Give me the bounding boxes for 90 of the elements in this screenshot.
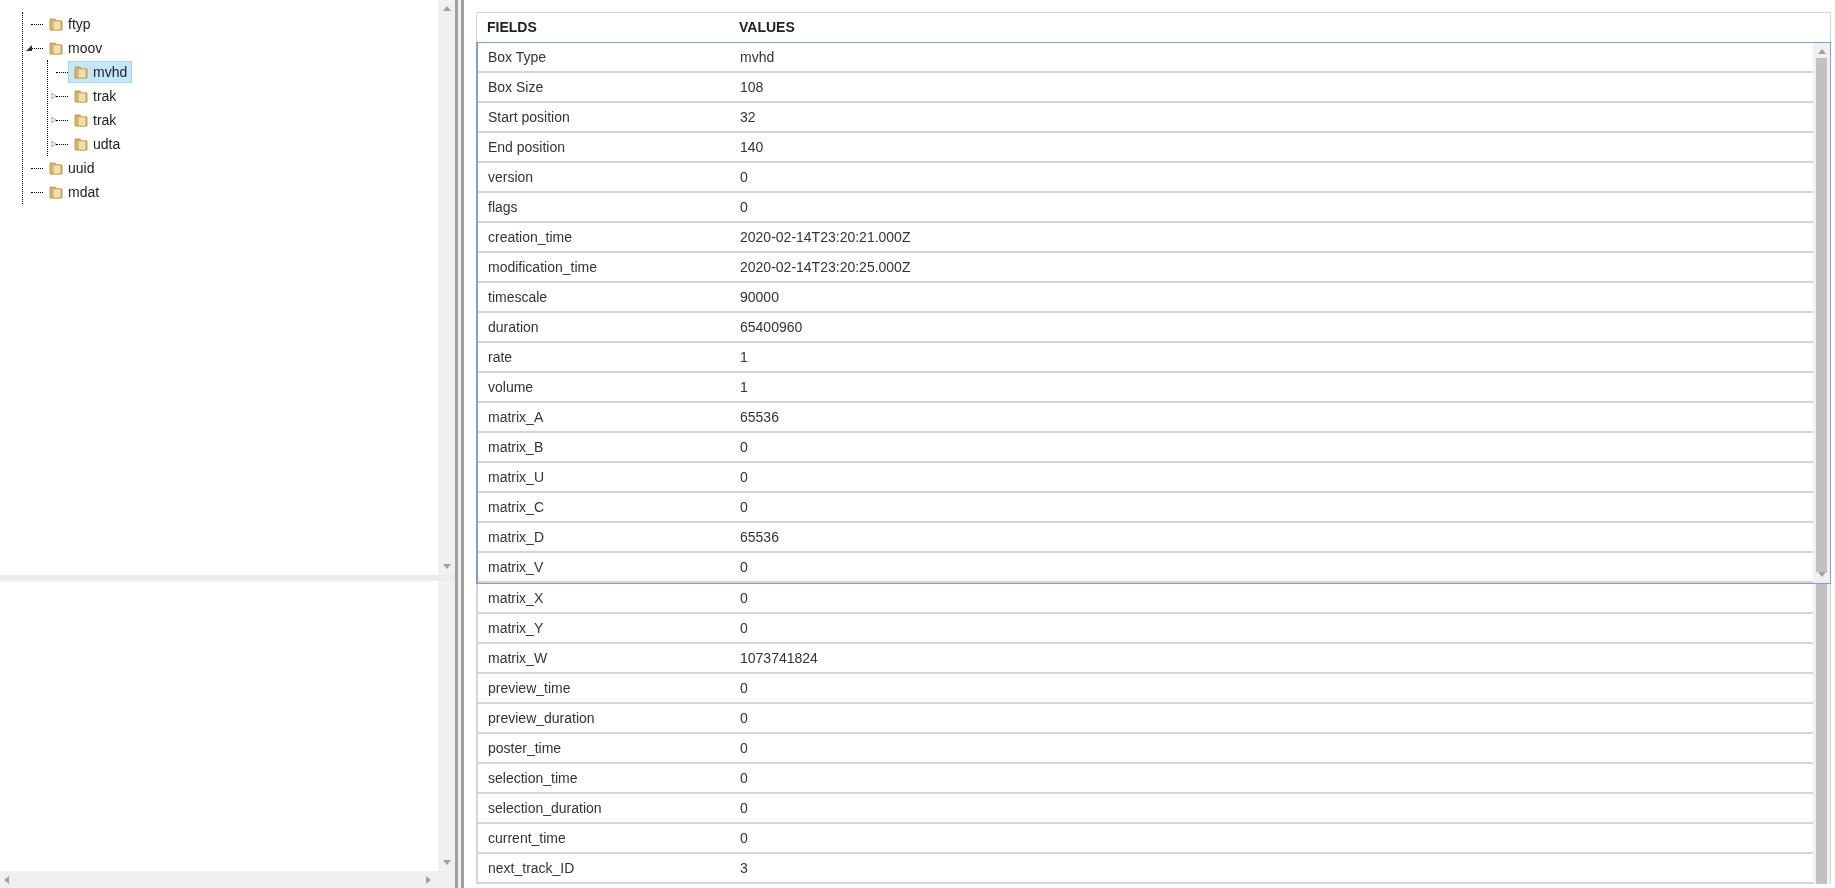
field-name-cell-text: next_track_ID bbox=[487, 858, 576, 878]
folder-icon bbox=[73, 112, 89, 128]
field-name-cell-text: matrix_W bbox=[487, 648, 549, 668]
field-value-cell-text: 65536 bbox=[740, 407, 779, 427]
field-name-cell-text: preview_time bbox=[487, 678, 572, 698]
field-name-cell-text: matrix_A bbox=[487, 407, 545, 427]
field-name-cell-text: Box Size bbox=[487, 77, 545, 97]
field-name-cell-text: flags bbox=[487, 197, 519, 217]
tree-item[interactable]: mdat bbox=[43, 181, 105, 203]
field-name-cell-text: Box Type bbox=[487, 47, 548, 67]
tree-item[interactable]: trak bbox=[68, 109, 122, 131]
field-value-cell-text: 0 bbox=[740, 557, 748, 577]
field-name-cell-text: matrix_D bbox=[487, 527, 545, 547]
scroll-up-icon[interactable] bbox=[1817, 49, 1826, 54]
folder-icon bbox=[73, 64, 89, 80]
field-value-cell-text: 0 bbox=[740, 828, 748, 848]
field-value-cell-text: 65400960 bbox=[740, 317, 803, 337]
collapsed-triangle-icon[interactable] bbox=[50, 116, 58, 124]
field-name-cell-text: matrix_B bbox=[487, 437, 545, 457]
field-value-cell-text: 108 bbox=[740, 77, 764, 97]
field-value-cell-text: 1073741824 bbox=[740, 648, 818, 668]
scroll-down-icon[interactable] bbox=[442, 860, 451, 865]
field-name-cell-text: timescale bbox=[487, 287, 549, 307]
field-value-cell-text: 3 bbox=[740, 858, 748, 878]
horizontal-scrollbar[interactable] bbox=[0, 871, 455, 888]
field-name-cell-text: rate bbox=[487, 347, 514, 367]
field-value-cell-text: 0 bbox=[740, 618, 748, 638]
folder-icon bbox=[73, 88, 89, 104]
tree-item[interactable]: udta bbox=[68, 133, 126, 155]
field-name-cell-text: matrix_X bbox=[487, 588, 545, 608]
field-name-cell-text: duration bbox=[487, 317, 540, 337]
column-header: VALUES bbox=[739, 18, 795, 37]
tree-item[interactable]: uuid bbox=[43, 157, 100, 179]
field-name-cell-text: matrix_C bbox=[487, 497, 545, 517]
field-value-cell-text: 0 bbox=[740, 708, 748, 728]
field-value-cell-text: 2020-02-14T23:20:25.000Z bbox=[740, 257, 911, 277]
field-name-cell-text: End position bbox=[487, 137, 567, 157]
field-value-cell-text: 0 bbox=[740, 467, 748, 487]
collapsed-triangle-icon[interactable] bbox=[50, 92, 58, 100]
field-name-cell-text: preview_duration bbox=[487, 708, 596, 728]
folder-icon bbox=[73, 136, 89, 152]
field-name-cell-text: matrix_Y bbox=[487, 618, 545, 638]
scrollbar-thumb[interactable] bbox=[1816, 58, 1827, 572]
field-value-cell-text: mvhd bbox=[740, 47, 775, 67]
field-name-cell-text: Start position bbox=[487, 107, 571, 127]
collapsed-triangle-icon[interactable] bbox=[50, 140, 58, 148]
field-value-cell-text: 0 bbox=[740, 167, 748, 187]
field-name-cell-text: volume bbox=[487, 377, 535, 397]
field-name-cell-text: current_time bbox=[487, 828, 567, 848]
field-name-cell-text: creation_time bbox=[487, 227, 574, 247]
scrollbar[interactable] bbox=[438, 581, 455, 871]
field-value-cell-text: 0 bbox=[740, 437, 748, 457]
folder-icon bbox=[48, 16, 64, 32]
field-value-cell-text: 90000 bbox=[740, 287, 779, 307]
field-name-cell-text: modification_time bbox=[487, 257, 598, 277]
field-name-cell-text: matrix_V bbox=[487, 557, 545, 577]
column-header: FIELDS bbox=[486, 18, 538, 37]
tree-item[interactable]: mvhd bbox=[68, 61, 133, 83]
tree-item[interactable]: moov bbox=[43, 37, 108, 59]
field-name-cell-text: poster_time bbox=[487, 738, 563, 758]
scrollbar[interactable] bbox=[438, 0, 455, 575]
expanded-triangle-icon[interactable] bbox=[25, 44, 33, 52]
folder-icon bbox=[48, 160, 64, 176]
scroll-left-icon[interactable] bbox=[4, 875, 9, 884]
field-value-cell-text: 0 bbox=[740, 678, 748, 698]
field-value-cell-text: 0 bbox=[740, 497, 748, 517]
field-value-cell-text: 0 bbox=[740, 798, 748, 818]
field-value-cell-text: 32 bbox=[740, 107, 756, 127]
field-value-cell-text: 0 bbox=[740, 588, 748, 608]
field-name-cell-text: matrix_U bbox=[487, 467, 545, 487]
field-value-cell-text: 0 bbox=[740, 738, 748, 758]
field-value-cell-text: 2020-02-14T23:20:21.000Z bbox=[740, 227, 911, 247]
tree-item[interactable]: trak bbox=[68, 85, 122, 107]
tree-item[interactable]: ftyp bbox=[43, 13, 96, 35]
field-name-cell-text: selection_duration bbox=[487, 798, 603, 818]
scrollbar-thumb[interactable] bbox=[1816, 584, 1827, 884]
field-name-cell-text: selection_time bbox=[487, 768, 579, 788]
scroll-up-icon[interactable] bbox=[442, 6, 451, 11]
field-value-cell-text: 1 bbox=[740, 377, 748, 397]
folder-icon bbox=[48, 40, 64, 56]
field-value-cell-text: 0 bbox=[740, 197, 748, 217]
scrollbar[interactable] bbox=[1813, 43, 1830, 583]
field-value-cell-text: 140 bbox=[740, 137, 764, 157]
field-value-cell-text: 1 bbox=[740, 347, 748, 367]
field-value-cell-text: 0 bbox=[740, 768, 748, 788]
scroll-right-icon[interactable] bbox=[426, 875, 431, 884]
scroll-down-icon[interactable] bbox=[442, 564, 451, 569]
field-value-cell-text: 65536 bbox=[740, 527, 779, 547]
field-name-cell-text: version bbox=[487, 167, 535, 187]
folder-icon bbox=[48, 184, 64, 200]
